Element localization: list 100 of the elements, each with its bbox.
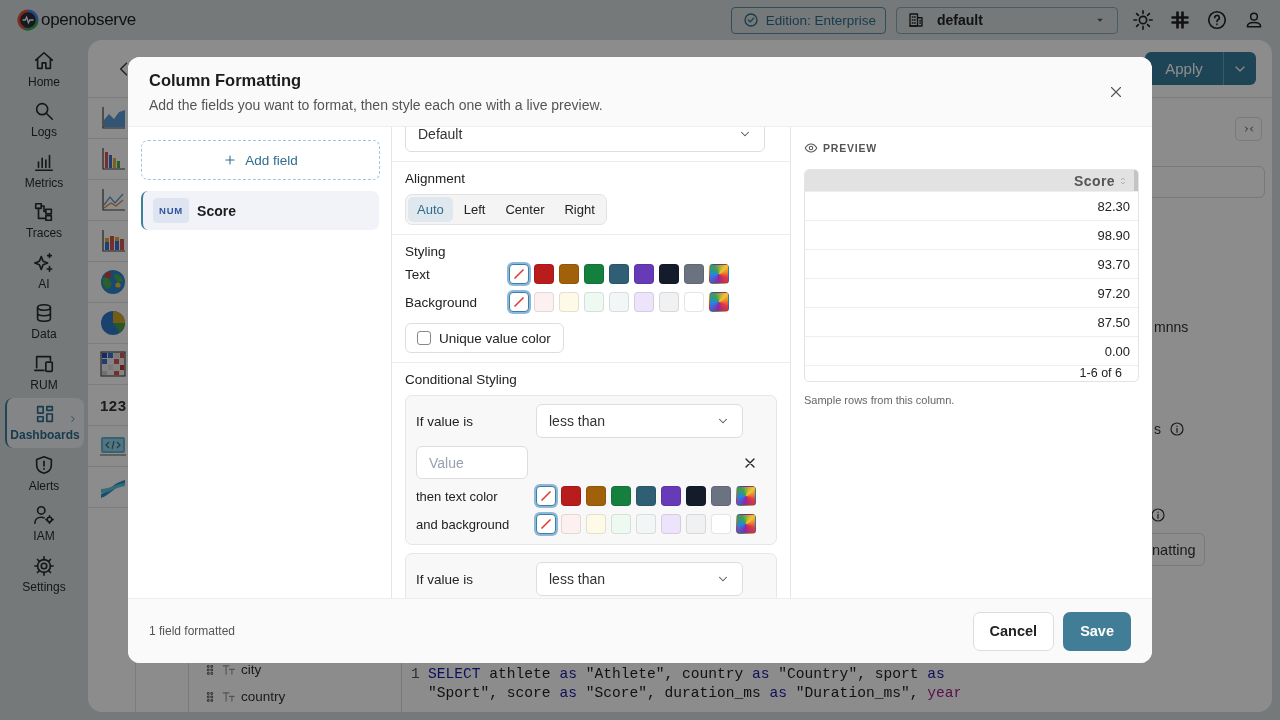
- home-icon: [33, 49, 55, 72]
- custom-color-swatch[interactable]: [736, 486, 756, 506]
- unique-color-toggle[interactable]: Unique value color: [405, 323, 564, 353]
- line-chart-icon[interactable]: [100, 187, 126, 213]
- section-label: Conditional Styling: [405, 372, 518, 387]
- user-icon[interactable]: [1244, 10, 1264, 30]
- nav-item[interactable]: RUM: [4, 347, 84, 398]
- alignment-option[interactable]: Left: [454, 197, 495, 222]
- color-swatch[interactable]: [684, 292, 704, 312]
- color-swatch[interactable]: [634, 264, 654, 284]
- dialog-title: Column Formatting: [149, 70, 303, 90]
- heatmap-icon[interactable]: [100, 351, 126, 377]
- dropdown[interactable]: Default: [405, 127, 765, 152]
- nav-item[interactable]: Logs: [4, 94, 84, 145]
- color-swatch[interactable]: [584, 292, 604, 312]
- status-text: 1 field formatted: [149, 624, 236, 638]
- color-swatch[interactable]: [586, 514, 606, 534]
- value-input[interactable]: Value: [416, 446, 528, 479]
- alignment-option[interactable]: Right: [555, 197, 604, 222]
- field-item[interactable]: NUM Score: [141, 191, 379, 230]
- color-swatch[interactable]: [584, 264, 604, 284]
- condition-label: If value is: [416, 413, 475, 429]
- traces-icon: [33, 201, 55, 224]
- chart-type-option[interactable]: 123: [100, 396, 127, 414]
- color-swatch[interactable]: [711, 514, 731, 534]
- color-swatch[interactable]: [611, 514, 631, 534]
- nav-item[interactable]: AI: [4, 246, 84, 297]
- dropdown[interactable]: less than: [536, 562, 743, 596]
- custom-color-swatch[interactable]: [709, 292, 729, 312]
- color-label: Background: [405, 294, 479, 310]
- color-swatch[interactable]: [559, 292, 579, 312]
- nav-item[interactable]: Traces: [4, 195, 84, 246]
- area-chart-icon[interactable]: [100, 105, 126, 131]
- globe-icon[interactable]: [100, 269, 126, 295]
- save-button[interactable]: Save: [1063, 611, 1131, 651]
- collapse-button[interactable]: [1235, 117, 1262, 141]
- code-line: SELECT athlete as "Athlete", country as "Country", sport as: [428, 665, 945, 684]
- color-swatch[interactable]: [659, 264, 679, 284]
- custom-color-swatch[interactable]: [736, 514, 756, 534]
- add-field-button[interactable]: Add field: [141, 140, 380, 180]
- color-swatch[interactable]: [686, 514, 706, 534]
- color-swatch[interactable]: [659, 292, 679, 312]
- apply-menu-button[interactable]: [1223, 52, 1256, 85]
- color-swatch[interactable]: [661, 486, 681, 506]
- pie-chart-icon[interactable]: [100, 310, 126, 336]
- badge-check-icon: [741, 11, 760, 29]
- color-swatch[interactable]: [636, 514, 656, 534]
- no-color-swatch[interactable]: [509, 264, 529, 284]
- checkbox[interactable]: [417, 331, 431, 345]
- color-swatch[interactable]: [636, 486, 656, 506]
- nav-item[interactable]: Home: [4, 44, 84, 95]
- brand-name: openobserve: [41, 10, 136, 30]
- hash-icon[interactable]: [1170, 10, 1190, 30]
- column-header[interactable]: Score: [1074, 172, 1115, 189]
- apply-button[interactable]: Apply: [1145, 52, 1223, 85]
- field-name[interactable]: country: [241, 689, 286, 704]
- color-swatch[interactable]: [534, 292, 554, 312]
- table-cell: 82.30: [805, 191, 1138, 220]
- dropdown[interactable]: less than: [536, 404, 743, 438]
- bar-chart-icon[interactable]: [100, 146, 126, 172]
- type-badge: NUM: [153, 198, 190, 223]
- field-name: Score: [197, 202, 236, 219]
- code-line: "Sport", score as "Score", duration_ms as "Duration_ms", year: [428, 684, 960, 703]
- iam-icon: [33, 504, 55, 527]
- nav-item[interactable]: Alerts: [4, 448, 84, 499]
- no-color-swatch[interactable]: [509, 292, 529, 312]
- nav-item[interactable]: Metrics: [4, 145, 84, 196]
- color-swatch[interactable]: [609, 292, 629, 312]
- alignment-option[interactable]: Auto: [408, 197, 453, 222]
- color-swatch[interactable]: [561, 486, 581, 506]
- color-swatch[interactable]: [609, 264, 629, 284]
- no-color-swatch[interactable]: [536, 486, 556, 506]
- table-cell: 0.00: [805, 336, 1138, 365]
- organization-select[interactable]: default: [896, 6, 1118, 34]
- color-swatch[interactable]: [534, 264, 554, 284]
- color-swatch[interactable]: [684, 264, 704, 284]
- color-swatch[interactable]: [561, 514, 581, 534]
- no-color-swatch[interactable]: [536, 514, 556, 534]
- field-name[interactable]: city: [241, 662, 262, 677]
- color-swatch[interactable]: [611, 486, 631, 506]
- nav-item[interactable]: Settings: [4, 549, 84, 600]
- text-type-icon: [222, 662, 236, 677]
- sun-icon[interactable]: [1132, 9, 1154, 31]
- stacked-bar-chart-icon[interactable]: [100, 228, 126, 254]
- color-swatch[interactable]: [686, 486, 706, 506]
- table-cell: 87.50: [805, 307, 1138, 336]
- alignment-option[interactable]: Center: [496, 197, 554, 222]
- collapse-icon: [1242, 123, 1255, 135]
- nav-item[interactable]: Dashboards: [4, 397, 84, 448]
- color-swatch[interactable]: [661, 514, 681, 534]
- nav-item[interactable]: IAM: [4, 498, 84, 549]
- custom-color-swatch[interactable]: [709, 264, 729, 284]
- cancel-button[interactable]: Cancel: [972, 611, 1055, 651]
- color-swatch[interactable]: [634, 292, 654, 312]
- help-icon[interactable]: [1206, 9, 1228, 31]
- color-swatch[interactable]: [586, 486, 606, 506]
- color-swatch[interactable]: [711, 486, 731, 506]
- nav-item[interactable]: Data: [4, 296, 84, 347]
- color-swatch[interactable]: [559, 264, 579, 284]
- edition-button[interactable]: Edition: Enterprise: [730, 6, 886, 34]
